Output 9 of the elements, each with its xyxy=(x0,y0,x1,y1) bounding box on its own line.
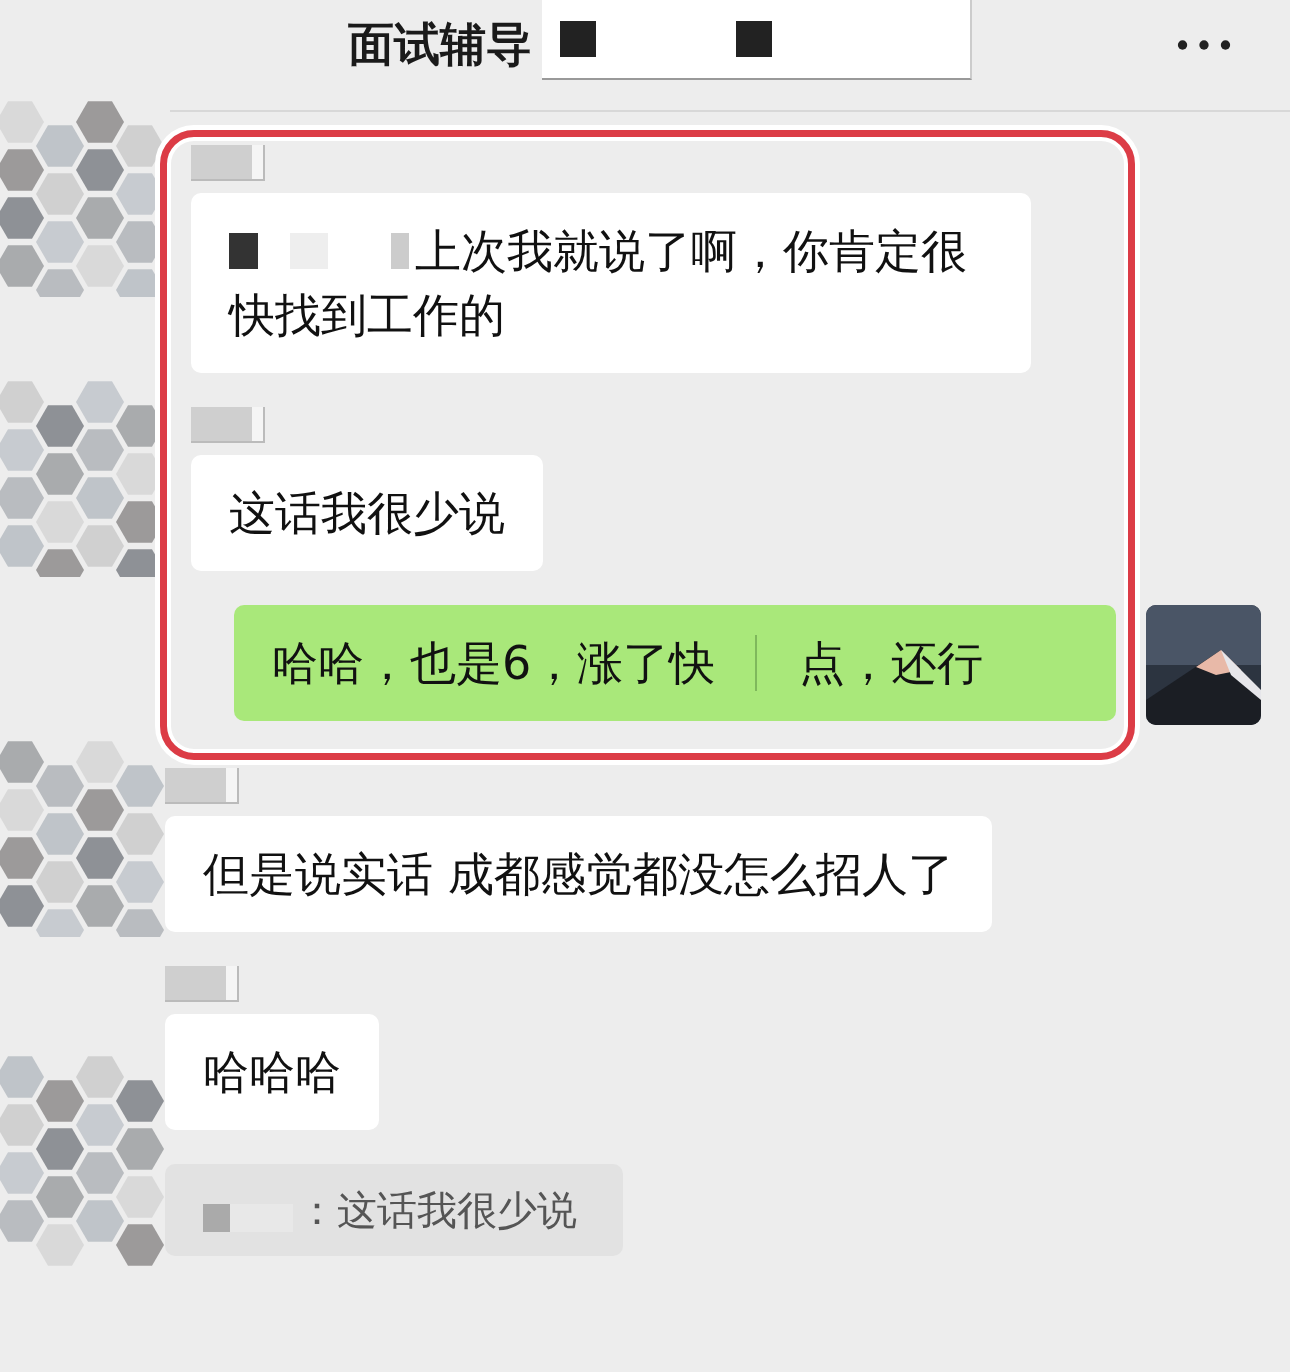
message-text: 上次我就说了啊，你肯定很快找到工作的 xyxy=(229,223,968,344)
message-text: 但是说实话 成都感觉都没怎么招人了 xyxy=(203,846,954,903)
message-text: 这话我很少说 xyxy=(229,485,505,542)
more-icon[interactable] xyxy=(1176,38,1232,52)
message-text: 点，还行 xyxy=(799,635,984,692)
message-text: 哈哈哈 xyxy=(203,1044,341,1101)
message-text: 哈哈，也是6，涨了快 xyxy=(272,635,716,692)
message-text: ：这话我很少说 xyxy=(297,1186,577,1235)
chat-title: 面试辅导 xyxy=(348,16,532,73)
